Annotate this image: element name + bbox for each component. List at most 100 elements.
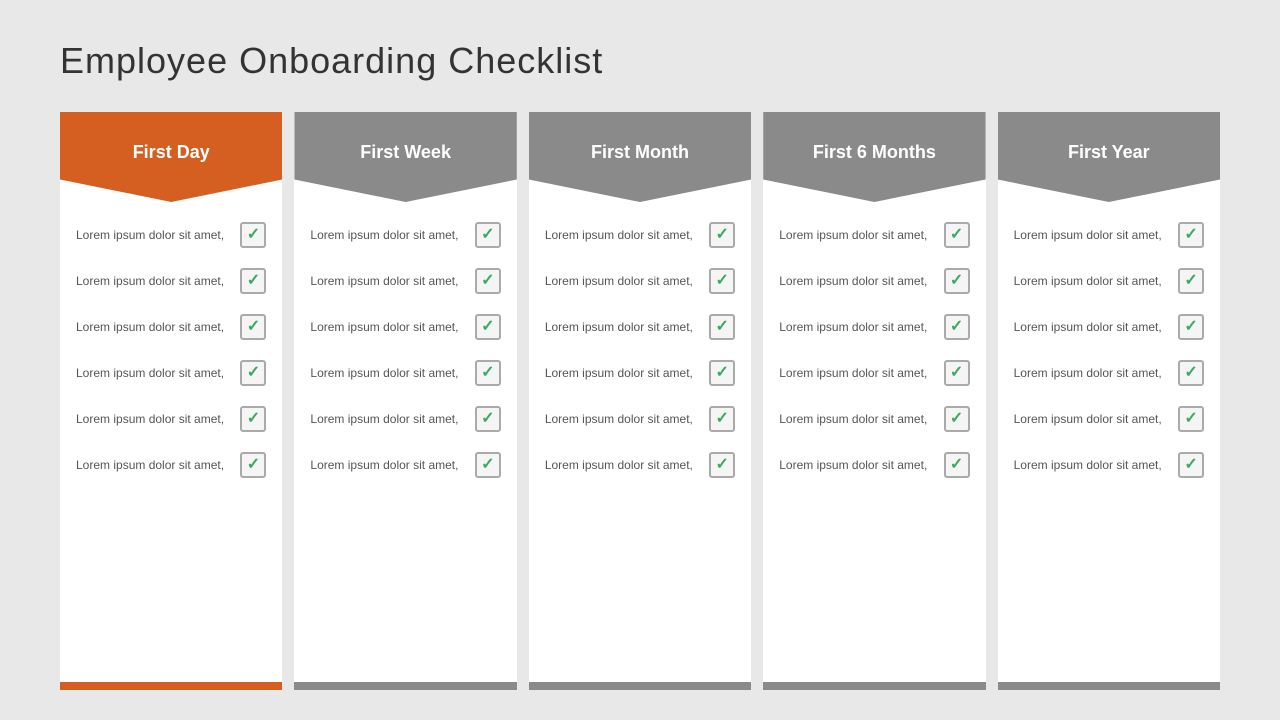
checkmark-icon: ✓: [247, 365, 260, 381]
item-text: Lorem ipsum dolor sit amet,: [779, 457, 935, 474]
checklist-item: Lorem ipsum dolor sit amet,✓: [1008, 304, 1210, 350]
checkbox[interactable]: ✓: [709, 406, 735, 432]
checkbox[interactable]: ✓: [475, 360, 501, 386]
checklist-item: Lorem ipsum dolor sit amet,✓: [1008, 442, 1210, 488]
checkbox[interactable]: ✓: [240, 360, 266, 386]
checkmark-icon: ✓: [950, 273, 963, 289]
checkbox[interactable]: ✓: [475, 268, 501, 294]
checklist-item: Lorem ipsum dolor sit amet,✓: [539, 442, 741, 488]
item-text: Lorem ipsum dolor sit amet,: [310, 411, 466, 428]
checkbox[interactable]: ✓: [709, 268, 735, 294]
checklist-item: Lorem ipsum dolor sit amet, ✓: [304, 258, 506, 304]
checkmark-icon: ✓: [481, 411, 494, 427]
checkbox[interactable]: ✓: [944, 360, 970, 386]
checkmark-icon: ✓: [247, 319, 260, 335]
item-text: Lorem ipsum dolor sit amet,: [779, 273, 935, 290]
item-text: Lorem ipsum dolor sit amet,: [310, 365, 466, 382]
checkbox[interactable]: ✓: [1178, 222, 1204, 248]
page-title: Employee Onboarding Checklist: [60, 40, 1220, 82]
checkbox[interactable]: ✓: [475, 406, 501, 432]
checkmark-icon: ✓: [716, 457, 729, 473]
checkmark-icon: ✓: [481, 319, 494, 335]
checkbox[interactable]: ✓: [1178, 452, 1204, 478]
checklist-item: Lorem ipsum dolor sit amet, ✓: [1008, 350, 1210, 396]
checkmark-icon: ✓: [1184, 273, 1197, 289]
checkbox[interactable]: ✓: [1178, 406, 1204, 432]
item-text: Lorem ipsum dolor sit amet,: [76, 457, 232, 474]
checklist-item: Lorem ipsum dolor sit amet,✓: [539, 212, 741, 258]
checkmark-icon: ✓: [247, 273, 260, 289]
item-text: Lorem ipsum dolor sit amet,: [779, 227, 935, 244]
item-text: Lorem ipsum dolor sit amet,: [779, 365, 935, 382]
checklist-item: Lorem ipsum dolor sit amet, ✓: [70, 212, 272, 258]
checklist-item: Lorem ipsum dolor sit amet,✓: [304, 212, 506, 258]
checkbox[interactable]: ✓: [475, 222, 501, 248]
checkmark-icon: ✓: [950, 319, 963, 335]
checkbox[interactable]: ✓: [944, 452, 970, 478]
checkbox[interactable]: ✓: [709, 222, 735, 248]
item-text: Lorem ipsum dolor sit amet,: [1014, 365, 1170, 382]
checkbox[interactable]: ✓: [944, 314, 970, 340]
checklist-item: Lorem ipsum dolor sit amet,✓: [70, 258, 272, 304]
checkmark-icon: ✓: [950, 457, 963, 473]
column-body-first-day: Lorem ipsum dolor sit amet, ✓ Lorem ipsum …: [60, 202, 282, 674]
checklist-item: Lorem ipsum dolor sit amet, ✓: [304, 304, 506, 350]
checkbox[interactable]: ✓: [240, 268, 266, 294]
checkbox[interactable]: ✓: [1178, 314, 1204, 340]
item-text: Lorem ipsum dolor sit amet,: [76, 319, 232, 336]
checklist-item: Lorem ipsum dolor sit amet, ✓: [539, 396, 741, 442]
checkbox[interactable]: ✓: [1178, 268, 1204, 294]
item-text: Lorem ipsum dolor sit amet,: [779, 411, 935, 428]
checkmark-icon: ✓: [1184, 227, 1197, 243]
column-footer-first-month: [529, 682, 751, 690]
item-text: Lorem ipsum dolor sit amet,: [76, 411, 232, 428]
checkmark-icon: ✓: [716, 273, 729, 289]
checkbox[interactable]: ✓: [240, 452, 266, 478]
checkbox[interactable]: ✓: [240, 314, 266, 340]
checklist-item: Lorem ipsum dolor sit amet, ✓: [773, 350, 975, 396]
checkbox[interactable]: ✓: [709, 360, 735, 386]
checklist-item: Lorem ipsum dolor sit amet, ✓: [1008, 258, 1210, 304]
checkmark-icon: ✓: [481, 273, 494, 289]
item-text: Lorem ipsum dolor sit amet,: [310, 319, 466, 336]
checkmark-icon: ✓: [1184, 411, 1197, 427]
checkbox[interactable]: ✓: [944, 268, 970, 294]
checkbox[interactable]: ✓: [1178, 360, 1204, 386]
item-text: Lorem ipsum dolor sit amet,: [545, 411, 701, 428]
checklist-item: Lorem ipsum dolor sit amet, ✓: [1008, 212, 1210, 258]
item-text: Lorem ipsum dolor sit amet,: [76, 227, 232, 244]
checklist-item: Lorem ipsum dolor sit amet,✓: [539, 258, 741, 304]
checkmark-icon: ✓: [716, 319, 729, 335]
item-text: Lorem ipsum dolor sit amet,: [1014, 227, 1170, 244]
column-body-first-year: Lorem ipsum dolor sit amet, ✓ Lorem ipsum …: [998, 202, 1220, 674]
checkmark-icon: ✓: [247, 457, 260, 473]
item-text: Lorem ipsum dolor sit amet,: [1014, 273, 1170, 290]
checkbox[interactable]: ✓: [944, 222, 970, 248]
checkbox[interactable]: ✓: [240, 222, 266, 248]
checkmark-icon: ✓: [1184, 319, 1197, 335]
checkmark-icon: ✓: [481, 457, 494, 473]
checkmark-icon: ✓: [950, 411, 963, 427]
checkbox[interactable]: ✓: [709, 314, 735, 340]
checkbox[interactable]: ✓: [709, 452, 735, 478]
checkmark-icon: ✓: [247, 411, 260, 427]
item-text: Lorem ipsum dolor sit amet,: [76, 365, 232, 382]
item-text: Lorem ipsum dolor sit amet,: [310, 273, 466, 290]
checklist-item: Lorem ipsum dolor sit amet,✓: [1008, 396, 1210, 442]
checkmark-icon: ✓: [716, 365, 729, 381]
checkbox[interactable]: ✓: [475, 452, 501, 478]
checkbox[interactable]: ✓: [475, 314, 501, 340]
checklist-item: Lorem ipsum dolor sit amet, ✓: [773, 442, 975, 488]
checkmark-icon: ✓: [1184, 457, 1197, 473]
checkmark-icon: ✓: [247, 227, 260, 243]
checkmark-icon: ✓: [481, 365, 494, 381]
checkbox[interactable]: ✓: [240, 406, 266, 432]
checkbox[interactable]: ✓: [944, 406, 970, 432]
column-first-month: First MonthLorem ipsum dolor sit amet,✓L…: [529, 112, 751, 690]
column-first-day: First DayLorem ipsum dolor sit amet,✓Lor…: [60, 112, 282, 690]
checkmark-icon: ✓: [716, 411, 729, 427]
column-header-first-year: First Year: [998, 112, 1220, 202]
column-header-first-month: First Month: [529, 112, 751, 202]
column-footer-first-year: [998, 682, 1220, 690]
checklist-container: First DayLorem ipsum dolor sit amet,✓Lor…: [60, 112, 1220, 690]
